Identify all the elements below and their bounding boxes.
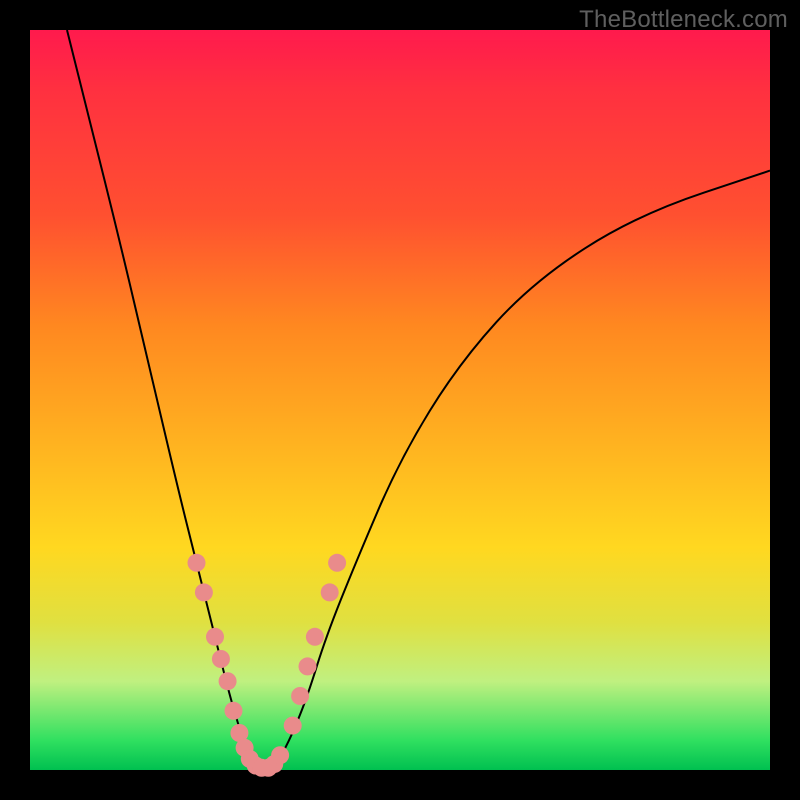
- data-marker: [321, 583, 339, 601]
- data-marker: [328, 554, 346, 572]
- data-marker: [195, 583, 213, 601]
- plot-area: [30, 30, 770, 770]
- data-marker: [291, 687, 309, 705]
- data-marker: [306, 628, 324, 646]
- data-marker: [284, 717, 302, 735]
- marker-group: [188, 554, 347, 777]
- data-marker: [188, 554, 206, 572]
- data-marker: [212, 650, 230, 668]
- data-marker: [225, 702, 243, 720]
- watermark-text: TheBottleneck.com: [579, 6, 788, 34]
- data-marker: [219, 672, 237, 690]
- data-marker: [299, 657, 317, 675]
- chart-frame: TheBottleneck.com: [0, 0, 800, 800]
- curve-svg: [30, 30, 770, 770]
- data-marker: [271, 746, 289, 764]
- curve-right-branch: [274, 171, 770, 770]
- data-marker: [206, 628, 224, 646]
